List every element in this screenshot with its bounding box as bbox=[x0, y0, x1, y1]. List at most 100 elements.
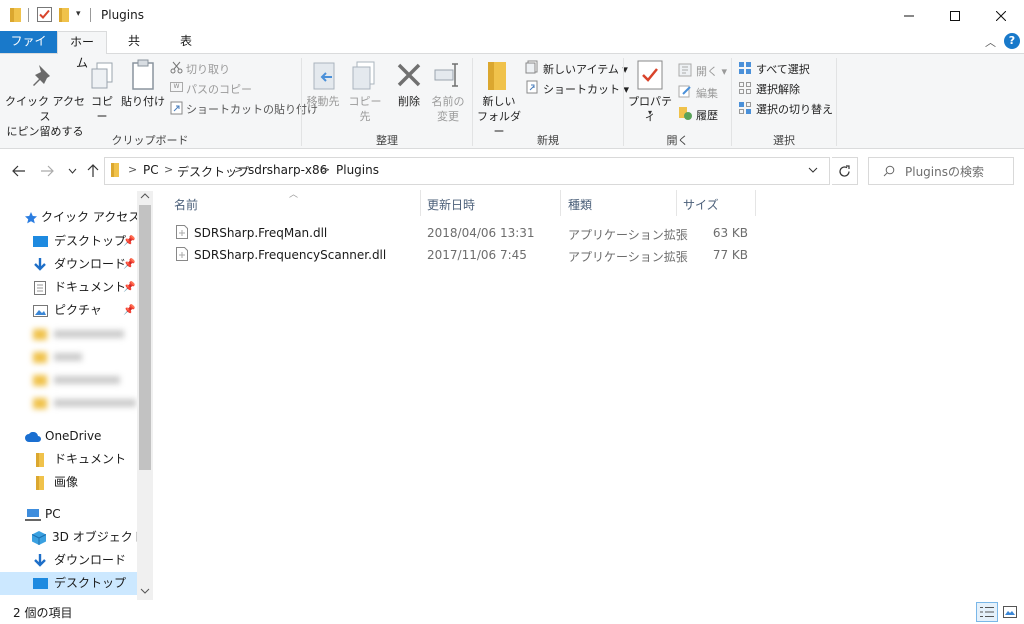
nav-quick-access[interactable]: クイック アクセス bbox=[0, 206, 141, 229]
nav-onedrive-pictures[interactable]: 画像 bbox=[0, 471, 137, 494]
pin-icon: 📌 bbox=[123, 282, 136, 293]
blurred-label bbox=[54, 398, 136, 407]
back-button[interactable] bbox=[9, 160, 29, 182]
select-all-button[interactable]: すべて選択 bbox=[756, 61, 810, 77]
nav-downloads[interactable]: ダウンロード 📌 bbox=[0, 253, 137, 276]
pin-icon: 📌 bbox=[123, 236, 136, 247]
file-size: 77 KB bbox=[712, 248, 748, 262]
maximize-button[interactable] bbox=[932, 0, 978, 31]
folder-icon bbox=[9, 7, 23, 23]
desktop-icon bbox=[32, 234, 48, 250]
forward-button[interactable] bbox=[37, 160, 57, 182]
file-name[interactable]: SDRSharp.FreqMan.dll bbox=[194, 226, 327, 240]
customize-quick-access-icon[interactable]: ▾ bbox=[76, 9, 81, 19]
nav-documents[interactable]: ドキュメント 📌 bbox=[0, 276, 137, 299]
nav-3d-objects[interactable]: 3D オブジェクト bbox=[0, 526, 145, 549]
nav-pc[interactable]: PC bbox=[0, 503, 137, 526]
scroll-down-icon[interactable] bbox=[140, 588, 150, 594]
scroll-up-icon[interactable] bbox=[140, 193, 150, 199]
new-item-button[interactable]: 新しいアイテム ▾ bbox=[543, 61, 628, 77]
computer-icon bbox=[25, 507, 41, 523]
breadcrumb-separator-icon[interactable]: > bbox=[321, 163, 330, 176]
column-header-name[interactable]: 名前 bbox=[174, 196, 198, 213]
nav-pc-downloads[interactable]: ダウンロード bbox=[0, 549, 137, 572]
column-header-modified[interactable]: 更新日時 bbox=[427, 196, 475, 213]
up-button[interactable] bbox=[83, 160, 103, 182]
paste-icon bbox=[130, 59, 156, 91]
clipboard-group-label: クリップボード bbox=[111, 134, 189, 147]
tab-view[interactable]: 表示 bbox=[165, 31, 207, 69]
copy-to-button[interactable]: コピー先 bbox=[344, 94, 386, 124]
copy-path-button[interactable]: パスのコピー bbox=[186, 81, 252, 97]
breadcrumb-separator-icon[interactable]: > bbox=[234, 163, 243, 176]
new-item-icon bbox=[525, 60, 539, 74]
move-to-icon bbox=[312, 61, 338, 91]
file-size: 63 KB bbox=[712, 226, 748, 240]
nav-pictures[interactable]: ピクチャ 📌 bbox=[0, 299, 137, 322]
title-bar bbox=[0, 0, 1024, 31]
nav-blurred-folder[interactable] bbox=[0, 345, 137, 368]
nav-onedrive-documents[interactable]: ドキュメント bbox=[0, 448, 137, 471]
tab-share[interactable]: 共有 bbox=[113, 31, 155, 69]
dll-file-icon bbox=[176, 225, 188, 239]
details-view-button[interactable] bbox=[976, 602, 998, 622]
cut-button[interactable]: 切り取り bbox=[186, 61, 230, 77]
folder-icon bbox=[32, 475, 48, 491]
tab-home[interactable]: ホーム bbox=[57, 31, 107, 70]
shortcut-button[interactable]: ショートカット ▾ bbox=[543, 81, 629, 97]
address-folder-icon bbox=[110, 162, 120, 178]
tab-file[interactable]: ファイル bbox=[0, 31, 57, 69]
breadcrumb-sdrsharp[interactable]: sdrsharp-x86 bbox=[248, 163, 327, 177]
nav-onedrive-label: OneDrive bbox=[45, 429, 102, 443]
collapse-ribbon-icon[interactable]: ︿ bbox=[985, 34, 996, 50]
paste-shortcut-icon bbox=[170, 101, 183, 115]
minimize-button[interactable] bbox=[886, 0, 932, 31]
search-icon bbox=[883, 165, 895, 177]
new-folder-quick-icon[interactable] bbox=[58, 7, 70, 23]
nav-quick-access-label: クイック アクセス bbox=[41, 210, 141, 224]
nav-blurred-folder[interactable] bbox=[0, 368, 137, 391]
cloud-icon bbox=[25, 429, 41, 445]
paste-shortcut-button[interactable]: ショートカットの貼り付け bbox=[186, 101, 318, 117]
pin-icon: 📌 bbox=[123, 305, 136, 316]
rename-button[interactable]: 名前の 変更 bbox=[428, 94, 468, 124]
breadcrumb-plugins[interactable]: Plugins bbox=[336, 163, 379, 177]
nav-pc-desktop[interactable]: デスクトップ bbox=[0, 572, 137, 595]
paste-button[interactable]: 貼り付け bbox=[120, 94, 166, 109]
breadcrumb-separator-icon[interactable]: > bbox=[128, 163, 137, 176]
close-button[interactable] bbox=[978, 0, 1024, 31]
properties-quick-icon[interactable] bbox=[37, 7, 52, 22]
recent-locations-button[interactable] bbox=[62, 160, 82, 182]
nav-scrollbar-thumb[interactable] bbox=[139, 205, 151, 470]
history-button[interactable]: 履歴 bbox=[696, 107, 718, 123]
help-icon[interactable]: ? bbox=[1004, 33, 1020, 49]
breadcrumb-pc[interactable]: PC bbox=[143, 163, 159, 177]
large-icons-view-button[interactable] bbox=[999, 602, 1021, 622]
nav-onedrive[interactable]: OneDrive bbox=[0, 425, 137, 448]
invert-selection-button[interactable]: 選択の切り替え bbox=[756, 101, 833, 117]
open-button[interactable]: 開く ▾ bbox=[696, 63, 727, 79]
nav-blurred-folder[interactable] bbox=[0, 322, 137, 345]
nav-desktop[interactable]: デスクトップ 📌 bbox=[0, 230, 137, 253]
nav-blurred-folder[interactable] bbox=[0, 391, 137, 414]
column-header-type[interactable]: 種類 bbox=[568, 196, 592, 213]
properties-dropdown-icon[interactable]: ▾ bbox=[648, 108, 652, 117]
copy-button[interactable]: コピー bbox=[86, 94, 118, 124]
delete-button[interactable]: 削除 bbox=[390, 94, 428, 109]
properties-icon bbox=[637, 60, 663, 90]
desktop-icon bbox=[32, 576, 48, 592]
rename-icon bbox=[433, 61, 461, 89]
dll-file-icon bbox=[176, 247, 188, 261]
move-to-button[interactable]: 移動先 bbox=[302, 94, 344, 109]
nav-downloads-label: ダウンロード bbox=[54, 257, 127, 271]
address-dropdown-icon[interactable] bbox=[808, 167, 818, 173]
nav-pc-downloads-label: ダウンロード bbox=[54, 553, 127, 567]
breadcrumb-separator-icon[interactable]: > bbox=[164, 163, 173, 176]
refresh-button[interactable] bbox=[832, 157, 858, 185]
folder-icon bbox=[32, 395, 48, 411]
copy-path-icon: W bbox=[170, 82, 183, 92]
select-none-button[interactable]: 選択解除 bbox=[756, 81, 800, 97]
file-name[interactable]: SDRSharp.FrequencyScanner.dll bbox=[194, 248, 386, 262]
edit-button[interactable]: 編集 bbox=[696, 85, 718, 101]
column-header-size[interactable]: サイズ bbox=[683, 196, 719, 213]
